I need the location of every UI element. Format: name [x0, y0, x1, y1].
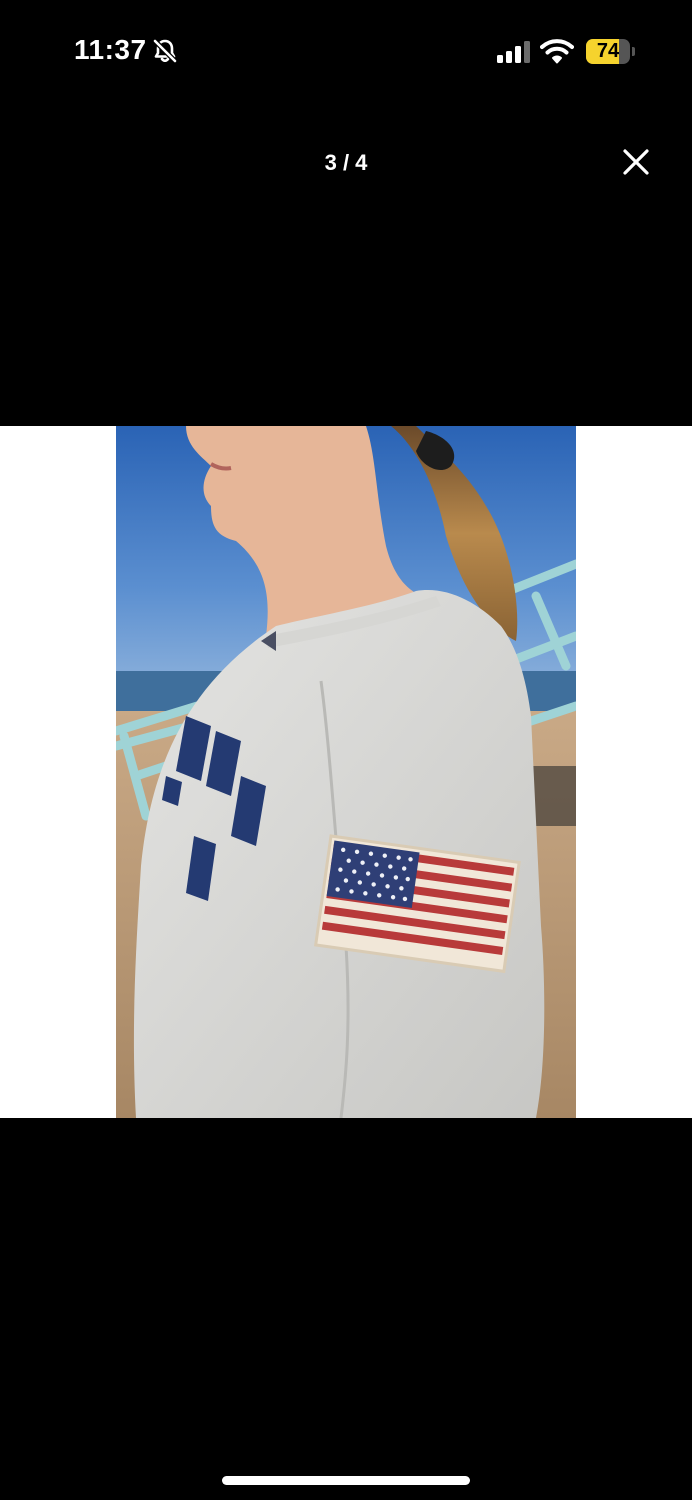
status-time: 11:37 [74, 34, 147, 65]
battery-level: 74 [596, 40, 620, 62]
bell-slash-icon [153, 39, 177, 63]
image-viewer-header: 3 / 4 [0, 130, 692, 190]
close-button[interactable] [614, 140, 658, 184]
product-photo-image [116, 426, 576, 1118]
cellular-signal-icon [497, 41, 530, 63]
battery-cap [632, 47, 635, 56]
photo-frame [0, 426, 692, 1118]
page-indicator: 3 / 4 [324, 150, 368, 175]
home-indicator[interactable] [222, 1476, 470, 1485]
product-photo[interactable] [116, 426, 576, 1118]
close-icon [623, 149, 649, 175]
battery-indicator: 74 [586, 39, 630, 64]
status-bar: 11:37 74 [0, 0, 692, 100]
wifi-icon [540, 39, 574, 64]
